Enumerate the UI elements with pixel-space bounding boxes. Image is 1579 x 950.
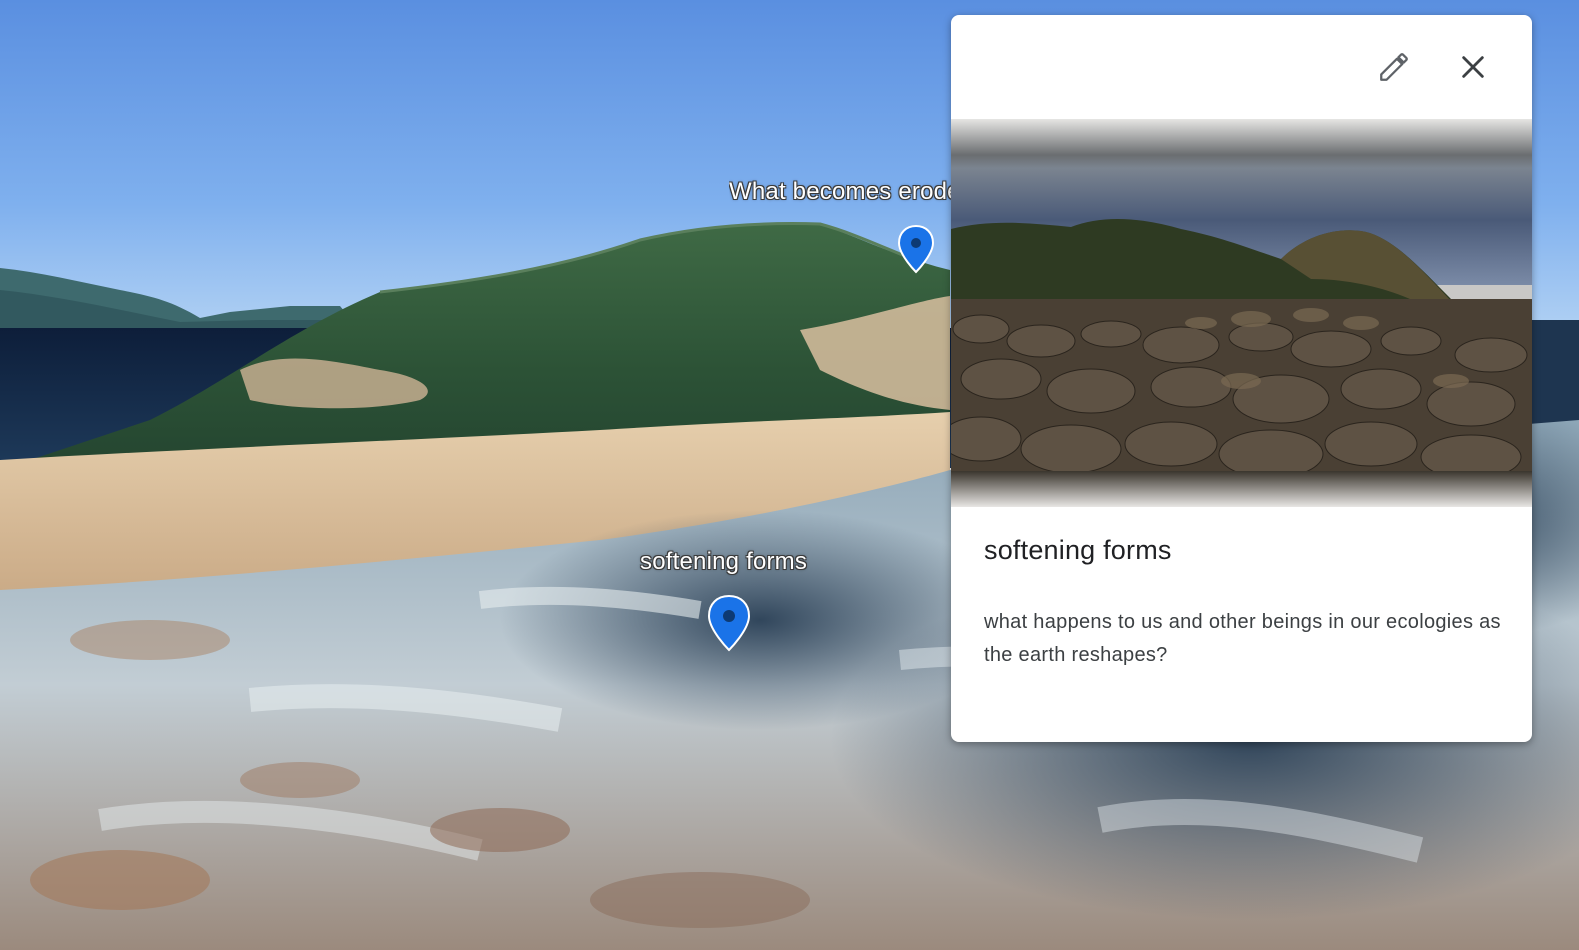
card-description: what happens to us and other beings in o… [984, 611, 1501, 666]
placemark-label-softening-forms[interactable]: softening forms [640, 548, 807, 576]
close-button[interactable] [1449, 43, 1497, 91]
edit-button[interactable] [1370, 43, 1418, 91]
card-toolbar [951, 15, 1532, 119]
map-pin-icon[interactable] [896, 224, 936, 279]
placemark-label-eroded[interactable]: What becomes eroded [729, 178, 953, 206]
map-viewport[interactable]: What becomes eroded softening forms soft… [0, 0, 1579, 950]
pencil-icon [1380, 53, 1408, 81]
close-icon [1462, 56, 1484, 78]
card-body: softening forms what happens to us and o… [984, 535, 1504, 672]
card-title: softening forms [984, 535, 1172, 565]
info-card: softening forms what happens to us and o… [951, 15, 1532, 742]
map-pin-icon[interactable] [706, 594, 752, 657]
rocky-coastline-photo [951, 119, 1532, 507]
